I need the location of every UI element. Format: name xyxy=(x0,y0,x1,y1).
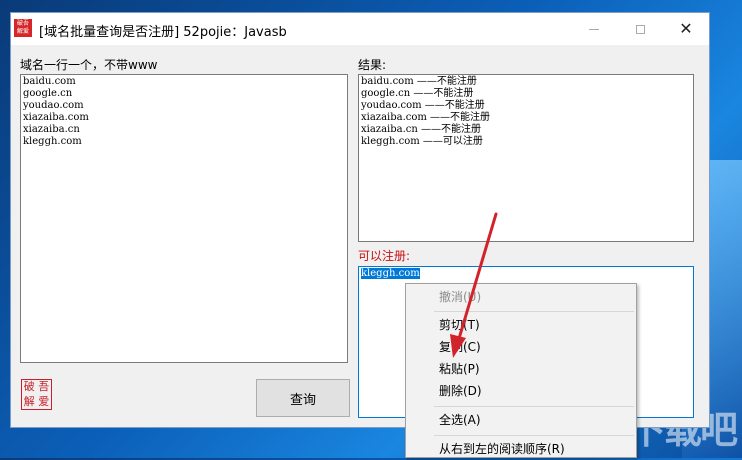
menu-item-undo[interactable]: 撤消(U) xyxy=(406,286,636,308)
query-button[interactable]: 查询 xyxy=(256,379,350,417)
close-icon: ✕ xyxy=(679,19,693,38)
menu-item-cut[interactable]: 剪切(T) xyxy=(406,314,636,336)
window-title: [域名批量查询是否注册] 52pojie：Javasb xyxy=(39,25,287,40)
result-line: kleggh.com ——可以注册 xyxy=(361,136,483,147)
logo-char: 吾 xyxy=(38,380,50,393)
menu-item-rtl[interactable]: 从右到左的阅读顺序(R) xyxy=(406,438,636,460)
logo-char: 爱 xyxy=(38,394,50,408)
result-label: 结果: xyxy=(358,58,387,72)
menu-separator xyxy=(434,311,634,312)
domain-line: youdao.com xyxy=(23,100,84,111)
logo-char: 破 xyxy=(23,380,35,393)
minimize-icon xyxy=(589,28,599,30)
result-line: youdao.com ——不能注册 xyxy=(361,100,485,111)
logo: 破 吾 解 爱 xyxy=(21,379,52,410)
menu-separator xyxy=(434,435,634,436)
app-icon: 破吾解爱 xyxy=(14,19,32,37)
maximize-button[interactable] xyxy=(617,13,663,45)
menu-item-select-all[interactable]: 全选(A) xyxy=(406,409,636,431)
menu-item-delete[interactable]: 删除(D) xyxy=(406,380,636,402)
selected-domain[interactable]: kleggh.com xyxy=(361,268,420,279)
domain-line: kleggh.com xyxy=(23,136,82,147)
result-line: baidu.com ——不能注册 xyxy=(361,76,477,87)
domain-line: xiazaiba.com xyxy=(23,112,89,123)
domain-input-textarea[interactable]: baidu.com google.cn youdao.com xiazaiba.… xyxy=(20,74,348,363)
menu-item-copy[interactable]: 复制(C) xyxy=(406,336,636,358)
title-bar[interactable]: 破吾解爱 [域名批量查询是否注册] 52pojie：Javasb ✕ xyxy=(11,13,709,45)
result-textarea[interactable]: baidu.com ——不能注册 google.cn ——不能注册 youdao… xyxy=(358,74,694,242)
domain-line: google.cn xyxy=(23,88,73,99)
menu-separator xyxy=(434,406,634,407)
result-line: xiazaiba.com ——不能注册 xyxy=(361,112,491,123)
minimize-button[interactable] xyxy=(571,13,617,45)
menu-item-paste[interactable]: 粘贴(P) xyxy=(406,358,636,380)
context-menu: 撤消(U) 剪切(T) 复制(C) 粘贴(P) 删除(D) 全选(A) 从右到左… xyxy=(405,283,637,458)
close-button[interactable]: ✕ xyxy=(663,13,709,45)
result-line: google.cn ——不能注册 xyxy=(361,88,474,99)
domain-input-label: 域名一行一个，不带www xyxy=(20,58,158,72)
result-line: xiazaiba.cn ——不能注册 xyxy=(361,124,481,135)
domain-line: baidu.com xyxy=(23,76,76,87)
domain-line: xiazaiba.cn xyxy=(23,124,80,135)
maximize-icon xyxy=(635,24,645,34)
available-label: 可以注册: xyxy=(358,249,411,263)
logo-char: 解 xyxy=(23,394,35,408)
